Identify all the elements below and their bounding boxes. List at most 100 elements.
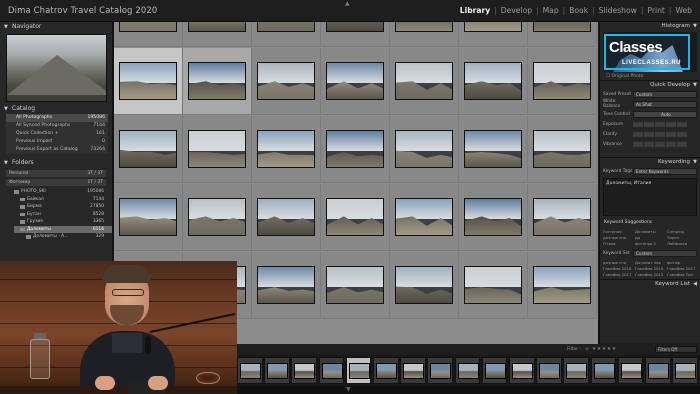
keywords-textarea[interactable]: Доломиты, Италия [603,178,697,216]
filmstrip-frame[interactable] [373,357,399,384]
keyword-set-item[interactable]: Гамейма 2018 [603,266,633,271]
photo-thumbnail[interactable] [188,198,246,236]
grid-cell[interactable] [528,116,597,183]
volume-bar[interactable]: Фотомир 1T / 3T [6,179,106,186]
keyword-suggestion[interactable]: Гостиная [603,229,633,234]
filmstrip-frame[interactable] [563,357,589,384]
filmstrip-thumbnail[interactable] [566,363,588,379]
photo-thumbnail[interactable] [326,22,384,32]
filmstrip-frame[interactable] [645,357,671,384]
filmstrip-thumbnail[interactable] [620,363,642,379]
histogram-header[interactable]: Histogram ▼ [600,22,700,31]
filmstrip-thumbnail[interactable] [675,363,697,379]
module-map[interactable]: Map [539,6,563,15]
filmstrip-thumbnail[interactable] [267,363,289,379]
filmstrip-frame[interactable] [318,357,345,384]
grid-cell[interactable] [459,184,528,251]
catalog-item[interactable]: Previous Export as Catalog 73264 [6,146,108,154]
catalog-item[interactable]: All Photographs 195086 [6,114,108,122]
photo-thumbnail[interactable] [395,22,453,32]
grid-cell[interactable] [114,184,183,251]
grid-cell[interactable] [252,116,321,183]
grid-cell[interactable] [390,116,459,183]
original-photo-checkbox[interactable]: ☐ Original Photo [600,73,700,80]
filmstrip-thumbnail[interactable] [512,363,533,379]
folder-item[interactable]: Бирма 27850 [14,203,112,211]
filmstrip-thumbnail[interactable] [376,363,397,379]
filmstrip-thumbnail[interactable] [484,363,506,379]
keyword-suggestion[interactable]: Доломиты [635,229,665,234]
photo-thumbnail[interactable] [395,62,453,100]
keyword-suggestion[interactable]: Тирол [667,235,697,240]
photo-thumbnail[interactable] [188,130,246,168]
photo-thumbnail[interactable] [257,22,315,32]
folder-item[interactable]: Грузия 3365 [14,218,112,226]
filmstrip-thumbnail[interactable] [240,363,261,379]
grid-cell[interactable] [183,184,252,251]
rating-filter[interactable]: ≥ ★★★★★ [585,346,617,352]
grid-cell[interactable] [459,116,528,183]
grid-cell[interactable] [114,22,183,47]
grid-cell[interactable] [390,48,459,115]
photo-thumbnail[interactable] [188,62,246,100]
grid-cell[interactable] [114,48,183,115]
grid-cell[interactable] [183,22,252,47]
navigator-header[interactable]: ▼ Navigator [0,22,112,32]
filmstrip-frame[interactable] [427,357,453,384]
photo-thumbnail[interactable] [326,266,384,304]
grid-cell[interactable] [252,252,321,319]
photo-thumbnail[interactable] [533,198,591,236]
photo-thumbnail[interactable] [395,198,453,236]
folder-item[interactable]: Бутан 8528 [14,211,112,219]
photo-thumbnail[interactable] [533,130,591,168]
filmstrip-thumbnail[interactable] [430,363,452,379]
photo-thumbnail[interactable] [257,130,315,168]
filmstrip-thumbnail[interactable] [294,363,316,379]
catalog-item[interactable]: All Synced Photographs 7144 [6,122,108,130]
photo-thumbnail[interactable] [464,266,522,304]
folder-item[interactable]: Доломиты - А... 329 [14,233,112,241]
keyword-set-item[interactable]: Гамейма 2017 [667,266,697,271]
grid-cell[interactable] [252,184,321,251]
photo-thumbnail[interactable] [257,62,315,100]
folders-header[interactable]: ▼ Folders [0,158,112,168]
photo-thumbnail[interactable] [533,22,591,32]
catalog-item[interactable]: Quick Collection +161 [6,130,108,138]
module-print[interactable]: Print [643,6,668,15]
photo-thumbnail[interactable] [257,198,315,236]
filmstrip-thumbnail[interactable] [593,363,615,379]
vibrance-buttons[interactable] [633,140,687,149]
filmstrip-thumbnail[interactable] [539,363,561,379]
auto-tone-button[interactable]: Auto [633,110,697,118]
grid-cell[interactable] [528,22,597,47]
grid-cell[interactable] [528,184,597,251]
keyword-suggestion[interactable]: дачные сна [603,235,633,240]
photo-thumbnail[interactable] [533,62,591,100]
photo-thumbnail[interactable] [464,130,522,168]
module-web[interactable]: Web [671,6,696,15]
filmstrip-frame[interactable] [264,357,290,384]
photo-thumbnail[interactable] [119,130,177,168]
filmstrip-thumbnail[interactable] [348,363,370,379]
filmstrip-frame[interactable] [481,357,508,384]
filmstrip-thumbnail[interactable] [403,363,425,379]
photo-thumbnail[interactable] [395,130,453,168]
grid-cell[interactable] [528,252,597,319]
grid-cell[interactable] [459,48,528,115]
photo-thumbnail[interactable] [119,62,177,100]
exposure-buttons[interactable] [633,120,687,129]
folder-item[interactable]: Байкал 7144 [14,196,112,204]
grid-cell[interactable] [321,116,390,183]
keyword-suggestion[interactable]: дд [635,235,665,240]
grid-cell[interactable] [183,48,252,115]
photo-thumbnail[interactable] [188,22,246,32]
photo-thumbnail[interactable] [464,62,522,100]
keyword-set-item[interactable]: дачные сна [603,260,633,265]
module-library[interactable]: Library [456,6,494,15]
grid-cell[interactable] [183,116,252,183]
grid-cell[interactable] [114,116,183,183]
navigator-preview[interactable] [6,34,107,102]
grid-cell[interactable] [390,184,459,251]
keywording-header[interactable]: Keywording ▼ [600,157,700,166]
grid-cell[interactable] [459,252,528,319]
